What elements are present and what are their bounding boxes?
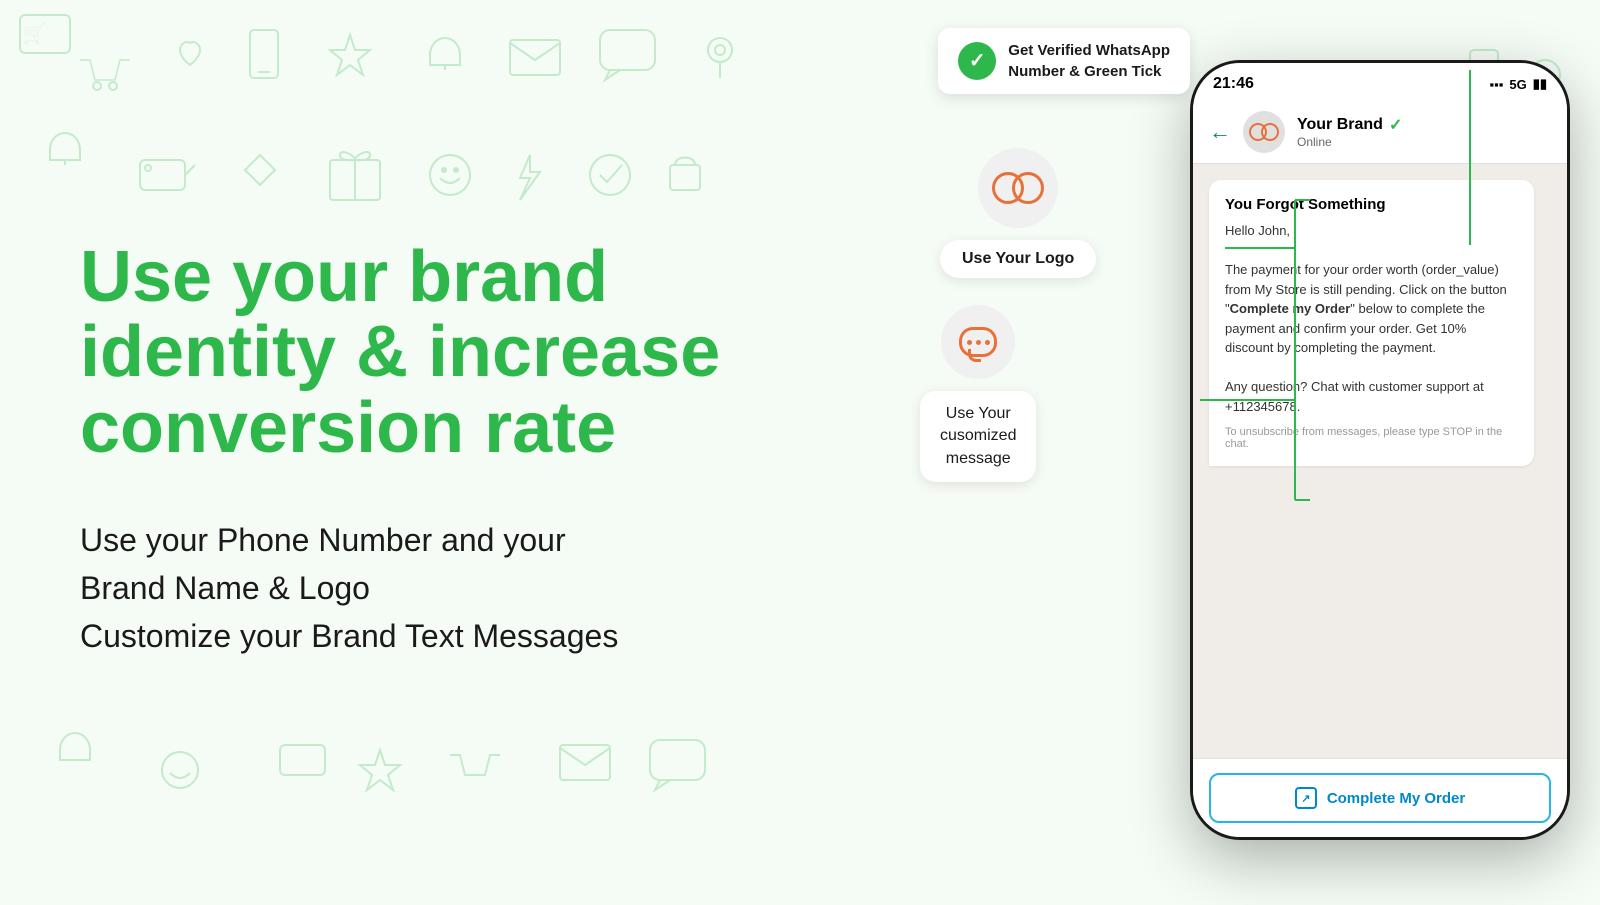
subtext-line2: Brand Name & Logo xyxy=(80,570,370,606)
msg-bold: Complete my Order xyxy=(1230,301,1351,316)
status-time: 21:46 xyxy=(1213,75,1254,93)
msg-unsubscribe: To unsubscribe from messages, please typ… xyxy=(1225,426,1518,450)
phone-status-bar: 21:46 ▪▪▪ 5G ▮▮ xyxy=(1193,63,1567,101)
phone-chat-header: ← Your Brand ✓ Online xyxy=(1193,101,1567,164)
complete-order-button[interactable]: ↗ Complete My Order xyxy=(1209,773,1551,823)
msg-support: Any question? Chat with customer support… xyxy=(1225,377,1518,416)
message-bubble: You Forgot Something Hello John, The pay… xyxy=(1209,180,1534,466)
msg-body: Hello John, The payment for your order w… xyxy=(1225,221,1518,416)
right-panel: ✓ Get Verified WhatsApp Number & Green T… xyxy=(880,0,1600,900)
verified-tick-icon: ✓ xyxy=(1389,115,1402,135)
back-arrow-icon: ← xyxy=(1209,119,1231,145)
msg-greeting: Hello John, xyxy=(1225,221,1518,241)
network-type: 5G xyxy=(1509,77,1526,92)
contact-info: Your Brand ✓ Online xyxy=(1297,115,1551,149)
subtext-line1: Use your Phone Number and your xyxy=(80,522,566,558)
battery-icon: ▮▮ xyxy=(1533,76,1547,92)
status-icons: ▪▪▪ 5G ▮▮ xyxy=(1490,76,1547,92)
signal-bars: ▪▪▪ xyxy=(1490,77,1504,92)
msg-title: You Forgot Something xyxy=(1225,196,1518,213)
message-label: Use Your cusomized message xyxy=(920,391,1036,482)
phone-chat-area: You Forgot Something Hello John, The pay… xyxy=(1193,164,1567,758)
message-icon xyxy=(941,305,1015,379)
contact-name-text: Your Brand xyxy=(1297,116,1383,134)
headline: Use your brand identity & increase conve… xyxy=(80,240,820,467)
action-button-label: Complete My Order xyxy=(1327,790,1465,807)
logo-callout: Use Your Logo xyxy=(940,148,1096,278)
check-circle-icon: ✓ xyxy=(958,42,996,80)
message-callout: Use Your cusomized message xyxy=(920,305,1036,482)
contact-avatar xyxy=(1243,111,1285,153)
phone-action-bar: ↗ Complete My Order xyxy=(1193,758,1567,837)
verified-text: Get Verified WhatsApp Number & Green Tic… xyxy=(1008,40,1170,82)
external-link-icon: ↗ xyxy=(1295,787,1317,809)
logo-label: Use Your Logo xyxy=(940,240,1096,278)
subtext: Use your Phone Number and your Brand Nam… xyxy=(80,516,820,660)
logo-icon xyxy=(978,148,1058,228)
msg-paragraph: The payment for your order worth (order_… xyxy=(1225,260,1518,358)
verified-callout: ✓ Get Verified WhatsApp Number & Green T… xyxy=(938,28,1190,94)
left-panel: Use your brand identity & increase conve… xyxy=(0,0,880,900)
phone-mockup: 21:46 ▪▪▪ 5G ▮▮ ← xyxy=(1190,60,1570,840)
contact-status: Online xyxy=(1297,135,1551,149)
subtext-line3: Customize your Brand Text Messages xyxy=(80,618,618,654)
